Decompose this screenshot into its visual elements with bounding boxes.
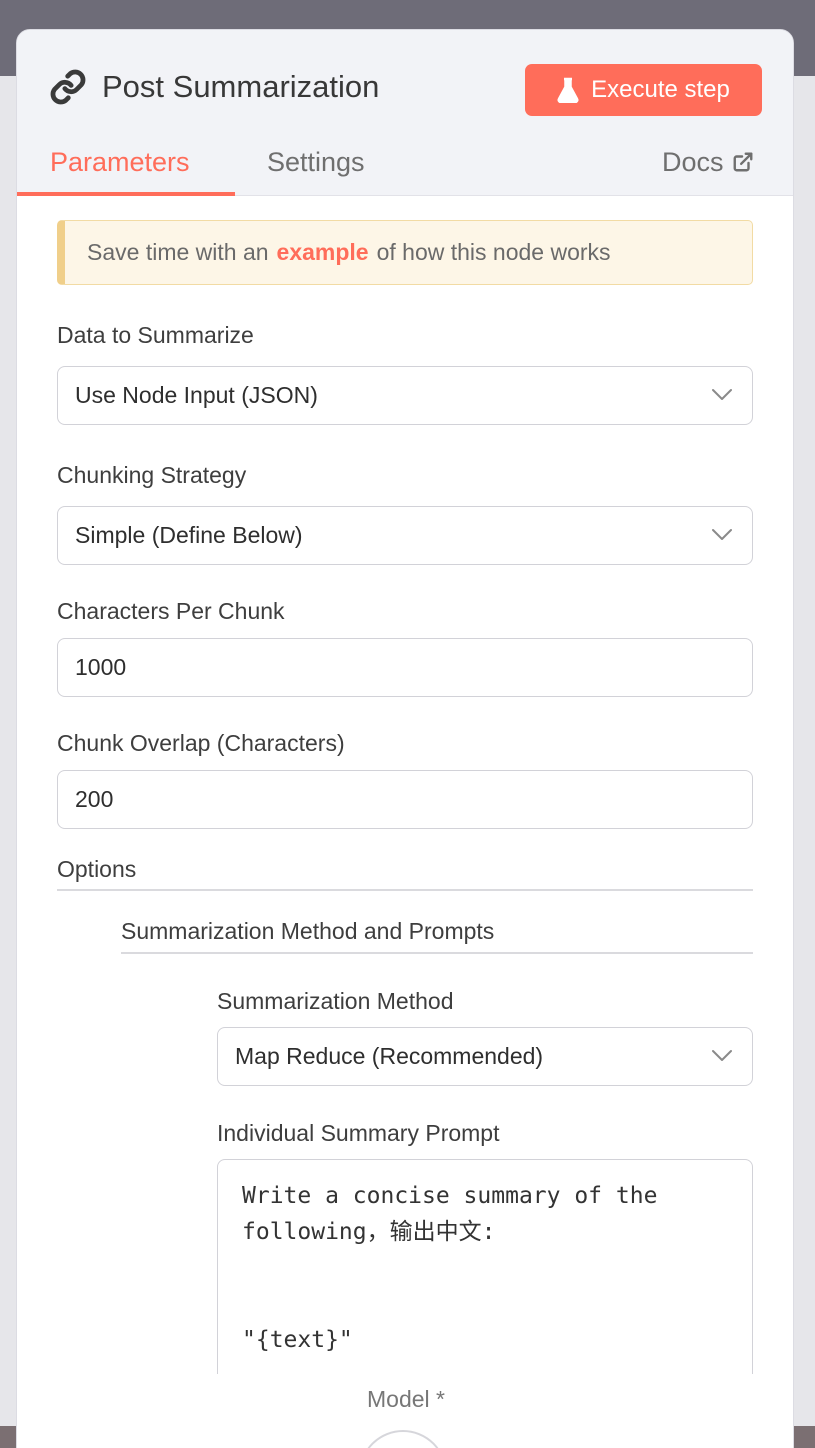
- summarization-method-value: Map Reduce (Recommended): [235, 1043, 544, 1069]
- model-label: Model *: [367, 1386, 445, 1412]
- chevron-down-icon: [712, 529, 732, 540]
- link-icon: [50, 69, 86, 105]
- chevron-down-icon: [712, 389, 732, 400]
- example-notice: Save time with an example of how this no…: [57, 220, 753, 285]
- summarization-group-title: Summarization Method and Prompts: [121, 918, 495, 944]
- notice-suffix: of how this node works: [376, 239, 611, 265]
- external-link-icon: [733, 152, 752, 172]
- execute-step-button[interactable]: Execute step: [525, 64, 762, 116]
- example-link[interactable]: example: [277, 239, 369, 266]
- characters-per-chunk-input[interactable]: 1000: [57, 638, 753, 697]
- chunking-strategy-select[interactable]: Simple (Define Below): [57, 506, 753, 565]
- tab-docs[interactable]: Docs: [662, 142, 754, 182]
- summarization-method-label: Summarization Method: [217, 988, 454, 1014]
- tab-settings[interactable]: Settings: [267, 142, 365, 182]
- data-to-summarize-select[interactable]: Use Node Input (JSON): [57, 366, 753, 425]
- summarization-method-select[interactable]: Map Reduce (Recommended): [217, 1027, 753, 1086]
- characters-per-chunk-value: 1000: [75, 654, 127, 680]
- options-title: Options: [57, 856, 137, 882]
- individual-summary-prompt-label: Individual Summary Prompt: [217, 1120, 500, 1146]
- chunking-strategy-label: Chunking Strategy: [57, 462, 247, 488]
- data-to-summarize-label: Data to Summarize: [57, 322, 254, 348]
- docs-label: Docs: [662, 147, 724, 177]
- active-tab-indicator: [17, 192, 235, 196]
- characters-per-chunk-label: Characters Per Chunk: [57, 598, 285, 624]
- flask-icon: [557, 77, 579, 103]
- chunking-strategy-value: Simple (Define Below): [75, 522, 303, 548]
- execute-step-label: Execute step: [591, 76, 730, 103]
- panel-header: Post Summarization Execute step Paramete…: [17, 30, 793, 196]
- chunk-overlap-input[interactable]: 200: [57, 770, 753, 829]
- notice-prefix: Save time with an: [87, 239, 269, 265]
- options-divider: [57, 889, 753, 891]
- chunk-overlap-label: Chunk Overlap (Characters): [57, 730, 345, 756]
- chevron-down-icon: [712, 1050, 732, 1061]
- group-divider: [121, 952, 753, 954]
- chunk-overlap-value: 200: [75, 786, 114, 812]
- tab-parameters[interactable]: Parameters: [50, 142, 190, 182]
- node-details-panel: Post Summarization Execute step Paramete…: [16, 29, 794, 1448]
- node-title: Post Summarization: [102, 69, 380, 104]
- data-to-summarize-value: Use Node Input (JSON): [75, 382, 318, 408]
